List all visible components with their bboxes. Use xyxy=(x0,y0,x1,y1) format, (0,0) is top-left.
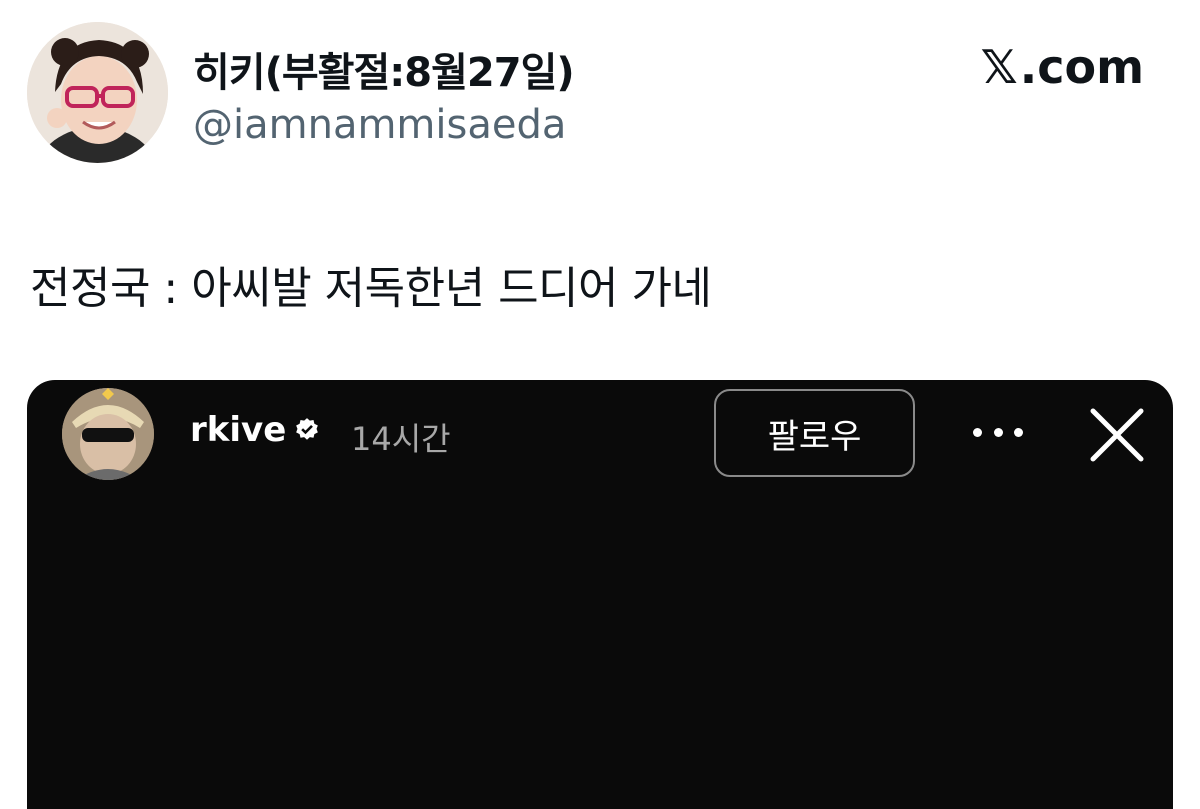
x-brand: 𝕏 .com xyxy=(981,40,1144,94)
follow-button[interactable]: 팔로우 xyxy=(714,389,915,477)
story-username[interactable]: rkive xyxy=(190,410,286,450)
author-avatar[interactable] xyxy=(27,22,168,163)
close-icon[interactable] xyxy=(1087,405,1147,465)
author-avatar-image xyxy=(27,22,168,163)
more-dot xyxy=(993,427,1003,437)
more-horizontal-icon[interactable] xyxy=(973,410,1023,454)
brand-domain: .com xyxy=(1019,40,1144,94)
x-logo-icon: 𝕏 xyxy=(980,40,1018,94)
author-handle[interactable]: @iamnammisaeda xyxy=(193,102,566,148)
story-username-row[interactable]: rkive xyxy=(190,410,320,450)
story-timestamp: 14시간 xyxy=(351,420,451,458)
story-avatar[interactable] xyxy=(62,388,154,480)
embedded-story-screenshot[interactable]: rkive 14시간 팔로우 xyxy=(27,380,1173,809)
more-dot xyxy=(1014,427,1023,437)
tweet-header: 히키(부활절:8월27일) @iamnammisaeda 𝕏 .com xyxy=(0,0,1200,190)
tweet-screenshot: 히키(부활절:8월27일) @iamnammisaeda 𝕏 .com 전정국 … xyxy=(0,0,1200,809)
story-avatar-image xyxy=(62,388,154,480)
verified-badge-icon xyxy=(296,418,319,440)
tweet-text: 전정국 : 아씨발 저독한년 드디어 가네 xyxy=(30,263,712,314)
more-dot xyxy=(973,427,982,437)
author-display-name[interactable]: 히키(부활절:8월27일) xyxy=(193,40,575,98)
